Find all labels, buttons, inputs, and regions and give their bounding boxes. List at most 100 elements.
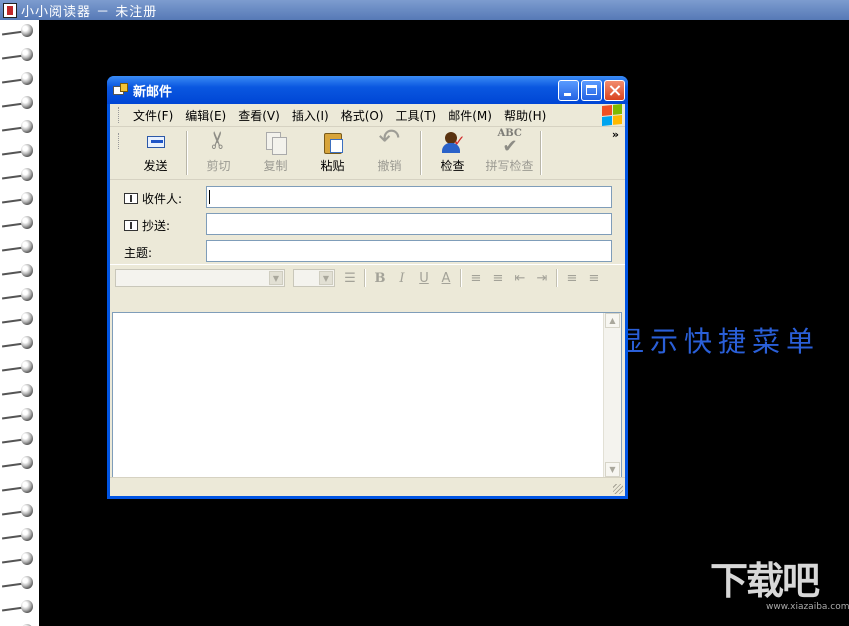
- format-separator: [556, 269, 558, 287]
- new-mail-window: 新邮件 文件(F) 编辑(E) 查看(V) 插入(I) 格式(O) 工具(T) …: [107, 76, 628, 499]
- italic-button[interactable]: I: [391, 268, 413, 288]
- app-title-bar[interactable]: 小小阅读器 － 未注册: [0, 0, 849, 20]
- font-family-select[interactable]: ▼: [115, 269, 285, 287]
- binding-ring: [1, 312, 36, 326]
- toolbar-separator: [186, 131, 188, 175]
- copy-icon: [263, 130, 289, 155]
- address-book-icon[interactable]: [124, 193, 138, 204]
- binding-ring: [1, 168, 36, 182]
- send-icon: [143, 130, 169, 154]
- menu-message[interactable]: 邮件(M): [442, 107, 498, 124]
- binding-coil: [21, 528, 33, 541]
- scroll-up-icon[interactable]: ▲: [605, 313, 620, 328]
- binding-ring: [1, 360, 36, 374]
- binding-coil: [21, 312, 33, 325]
- binding-coil: [21, 216, 33, 229]
- minimize-button[interactable]: [558, 79, 579, 101]
- format-separator: [364, 269, 366, 287]
- send-label: 发送: [143, 159, 168, 173]
- binding-coil: [21, 24, 33, 37]
- chevron-down-icon[interactable]: ▼: [319, 271, 333, 285]
- binding-coil: [21, 408, 33, 421]
- copy-button[interactable]: 复制: [247, 127, 304, 179]
- scroll-down-icon[interactable]: ▼: [605, 462, 620, 477]
- message-body-editor[interactable]: ▲ ▼: [112, 312, 622, 478]
- binding-coil: [21, 504, 33, 517]
- undo-icon: [377, 124, 403, 154]
- site-watermark: 下载吧 www.xiazaiba.com: [710, 560, 849, 612]
- menu-insert[interactable]: 插入(I): [286, 107, 335, 124]
- menu-grip[interactable]: [118, 107, 121, 123]
- binding-ring: [1, 408, 36, 422]
- binding-ring: [1, 384, 36, 398]
- bullet-list-icon[interactable]: ≡: [487, 268, 509, 288]
- binding-ring: [1, 528, 36, 542]
- main-toolbar: 发送 剪切 复制 粘贴 撤销 ✓ 检查: [110, 124, 625, 180]
- align-center-icon[interactable]: ≡: [583, 268, 605, 288]
- increase-indent-icon[interactable]: ⇥: [531, 268, 553, 288]
- binding-coil: [21, 120, 33, 133]
- watermark-site: www.xiazaiba.com: [766, 602, 849, 612]
- binding-ring: [1, 432, 36, 446]
- menu-format[interactable]: 格式(O): [335, 107, 390, 124]
- windows-logo-icon: [602, 103, 622, 127]
- resize-grip-icon[interactable]: [613, 484, 623, 494]
- binding-ring: [1, 144, 36, 158]
- binding-ring: [1, 600, 36, 614]
- new-mail-icon: [113, 83, 129, 97]
- bold-button[interactable]: B: [369, 268, 391, 288]
- underline-button[interactable]: U: [413, 268, 435, 288]
- menu-help[interactable]: 帮助(H): [498, 107, 552, 124]
- binding-ring: [1, 120, 36, 134]
- binding-coil: [21, 552, 33, 565]
- vertical-scrollbar[interactable]: ▲ ▼: [603, 313, 621, 477]
- close-button[interactable]: [604, 79, 625, 101]
- menu-tools[interactable]: 工具(T): [390, 107, 443, 124]
- status-bar: [110, 477, 625, 496]
- numbered-list-icon[interactable]: ≡: [465, 268, 487, 288]
- align-left-icon[interactable]: ≡: [561, 268, 583, 288]
- subject-row: 主题:: [110, 238, 625, 265]
- binding-ring: [1, 480, 36, 494]
- binding-coil: [21, 96, 33, 109]
- app-title: 小小阅读器 － 未注册: [21, 4, 158, 20]
- chevron-down-icon[interactable]: ▼: [269, 271, 283, 285]
- binding-coil: [21, 144, 33, 157]
- decrease-indent-icon[interactable]: ⇤: [509, 268, 531, 288]
- check-names-button[interactable]: ✓ 检查: [424, 127, 481, 179]
- menu-file[interactable]: 文件(F): [127, 107, 179, 124]
- spell-check-icon: [497, 128, 523, 157]
- subject-field[interactable]: [206, 240, 612, 262]
- font-color-button[interactable]: A: [435, 268, 457, 288]
- toolbar-overflow-chevron[interactable]: »: [612, 128, 619, 141]
- format-separator: [460, 269, 462, 287]
- cc-field[interactable]: [206, 213, 612, 235]
- address-book-icon[interactable]: [124, 220, 138, 231]
- binding-coil: [21, 336, 33, 349]
- binding-coil: [21, 72, 33, 85]
- maximize-button[interactable]: [581, 79, 602, 101]
- undo-button[interactable]: 撤销: [361, 124, 418, 179]
- binding-ring: [1, 504, 36, 518]
- paste-button[interactable]: 粘贴: [304, 127, 361, 179]
- paragraph-style-icon[interactable]: ☰: [339, 268, 361, 288]
- toolbar-grip[interactable]: [118, 133, 121, 149]
- send-button[interactable]: 发送: [127, 127, 184, 179]
- binding-ring: [1, 552, 36, 566]
- to-row: 收件人:: [110, 184, 625, 211]
- window-title-bar[interactable]: 新邮件: [107, 76, 628, 104]
- binding-ring: [1, 576, 36, 590]
- font-size-select[interactable]: ▼: [293, 269, 335, 287]
- cut-button[interactable]: 剪切: [190, 127, 247, 179]
- binding-coil: [21, 432, 33, 445]
- menu-bar: 文件(F) 编辑(E) 查看(V) 插入(I) 格式(O) 工具(T) 邮件(M…: [110, 103, 625, 127]
- binding-ring: [1, 240, 36, 254]
- binding-coil: [21, 48, 33, 61]
- binding-coil: [21, 240, 33, 253]
- to-label-group[interactable]: 收件人:: [124, 190, 182, 207]
- to-field[interactable]: [206, 186, 612, 208]
- cc-label-group[interactable]: 抄送:: [124, 217, 170, 234]
- menu-view[interactable]: 查看(V): [232, 107, 286, 124]
- menu-edit[interactable]: 编辑(E): [179, 107, 232, 124]
- spell-check-button[interactable]: 拼写检查: [481, 127, 538, 179]
